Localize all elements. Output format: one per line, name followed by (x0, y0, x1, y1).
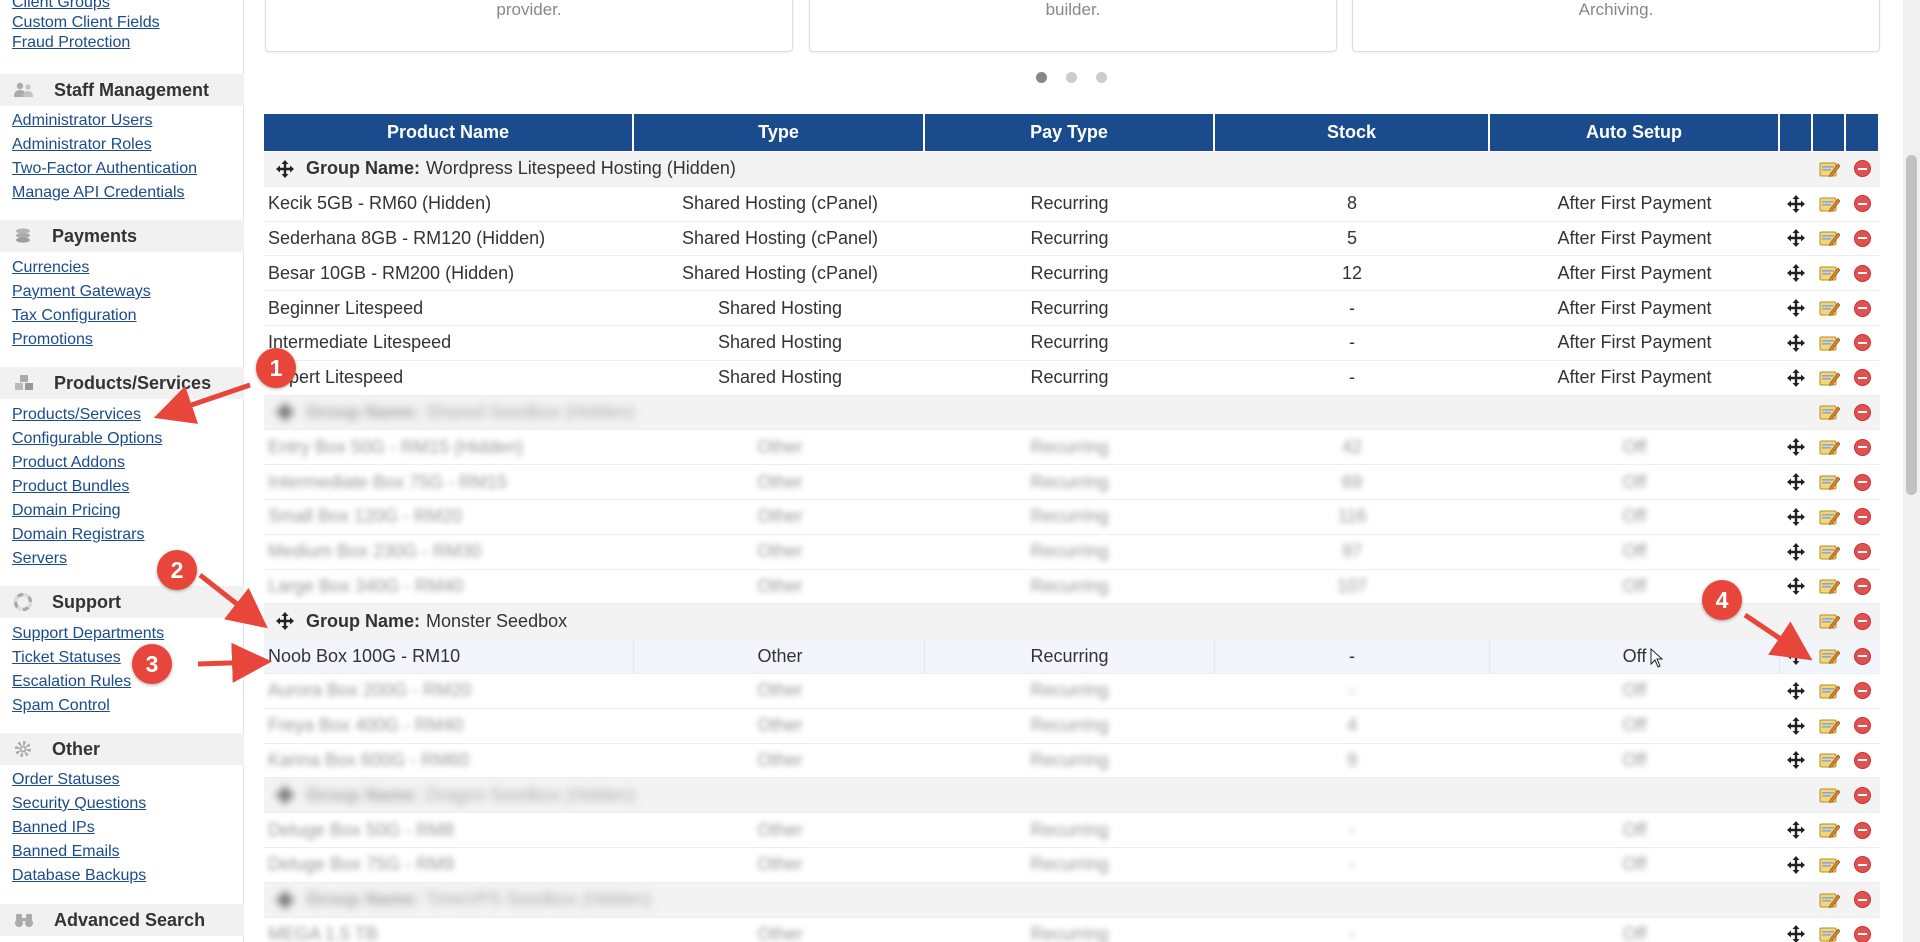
whmcs-setup-page: Client Groups Custom Client Fields Fraud P… (0, 0, 1920, 942)
annotation-arrow-1 (153, 382, 251, 424)
annotation-badge-4: 4 (1702, 580, 1742, 620)
mouse-cursor-icon (1650, 648, 1664, 668)
scrollbar[interactable] (1903, 0, 1920, 942)
annotation-arrow-2 (198, 573, 268, 629)
annotation-badge-3: 3 (132, 644, 172, 684)
annotation-arrow-4 (1743, 612, 1813, 661)
scrollbar-thumb[interactable] (1906, 155, 1917, 495)
annotation-arrow-3 (197, 642, 272, 683)
annotation-badge-1: 1 (256, 348, 296, 388)
annotation-badge-2: 2 (157, 550, 197, 590)
annotation-layer (153, 382, 1813, 683)
